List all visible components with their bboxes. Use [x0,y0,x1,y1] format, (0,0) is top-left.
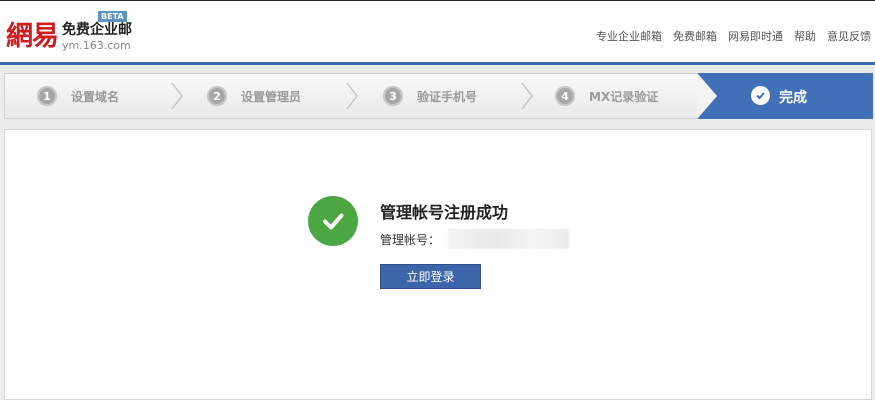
progress-steps: 1 设置域名 2 设置管理员 3 验证手机号 4 MX记录验证 完成 [4,73,873,119]
step-mx-verify: 4 MX记录验证 [555,74,658,118]
admin-account-row: 管理帐号： [380,229,570,249]
nav-link-popo[interactable]: 网易即时通 [728,28,783,44]
step-set-domain: 1 设置域名 [37,74,119,118]
success-check-icon [308,196,358,246]
logo-domain: ym.163.com [62,39,131,52]
step-number: 1 [37,86,57,106]
header: 網易 免费企业邮 ym.163.com BETA 专业企业邮箱 免费邮箱 网易即… [0,0,875,62]
step-complete: 完成 [697,73,873,119]
nav-link-help[interactable]: 帮助 [794,28,816,44]
result-panel: 管理帐号注册成功 管理帐号： 立即登录 [4,129,872,400]
logo-subtitle: 免费企业邮 [62,22,132,38]
step-number: 3 [383,86,403,106]
header-divider [0,62,875,65]
nav-link-feedback[interactable]: 意见反馈 [827,28,871,44]
step-number: 2 [207,86,227,106]
chevron-right-icon [521,82,533,110]
step-set-admin: 2 设置管理员 [207,74,301,118]
chevron-right-icon [171,82,183,110]
account-label: 管理帐号： [380,232,441,247]
account-value-redacted [448,229,570,249]
step-label: 设置管理员 [241,89,302,104]
success-title: 管理帐号注册成功 [380,203,509,222]
beta-badge: BETA [98,11,127,22]
logo-mark: 網易 [6,21,59,52]
step-label: MX记录验证 [589,89,659,104]
step-number: 4 [555,86,575,106]
login-now-button[interactable]: 立即登录 [380,264,481,289]
step-verify-phone: 3 验证手机号 [383,74,477,118]
check-icon [751,86,770,105]
step-label: 设置域名 [71,89,120,104]
step-label: 验证手机号 [417,89,478,104]
top-nav: 专业企业邮箱 免费邮箱 网易即时通 帮助 意见反馈 [596,28,871,44]
nav-link-free-mail[interactable]: 免费邮箱 [673,28,717,44]
nav-link-enterprise-mail[interactable]: 专业企业邮箱 [596,28,662,44]
step-label: 完成 [779,90,807,106]
chevron-right-icon [346,82,358,110]
